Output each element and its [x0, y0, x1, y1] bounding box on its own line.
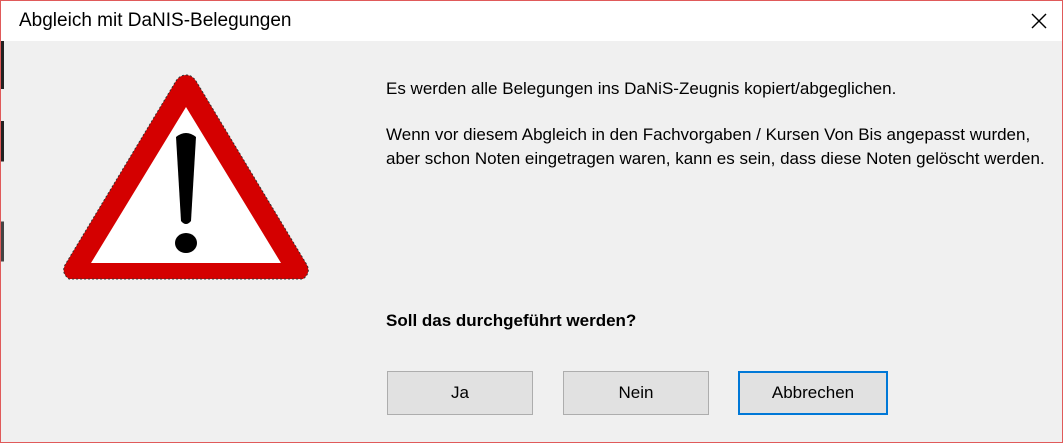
- message-line-2: Wenn vor diesem Abgleich in den Fachvorg…: [386, 125, 1045, 168]
- title-bar: Abgleich mit DaNIS-Belegungen: [1, 1, 1062, 41]
- message-line-1: Es werden alle Belegungen ins DaNiS-Zeug…: [386, 79, 897, 98]
- question-text: Soll das durchgeführt werden?: [386, 311, 637, 330]
- dialog-window: Abgleich mit DaNIS-Belegungen Es werden …: [0, 0, 1063, 443]
- warning-icon: [63, 74, 309, 280]
- background-window-edge: [1, 41, 4, 442]
- window-title: Abgleich mit DaNIS-Belegungen: [19, 10, 292, 31]
- close-icon: [1031, 13, 1047, 29]
- close-button[interactable]: [1016, 1, 1062, 41]
- cancel-button[interactable]: Abbrechen: [738, 371, 888, 415]
- yes-button[interactable]: Ja: [387, 371, 533, 415]
- no-button[interactable]: Nein: [563, 371, 709, 415]
